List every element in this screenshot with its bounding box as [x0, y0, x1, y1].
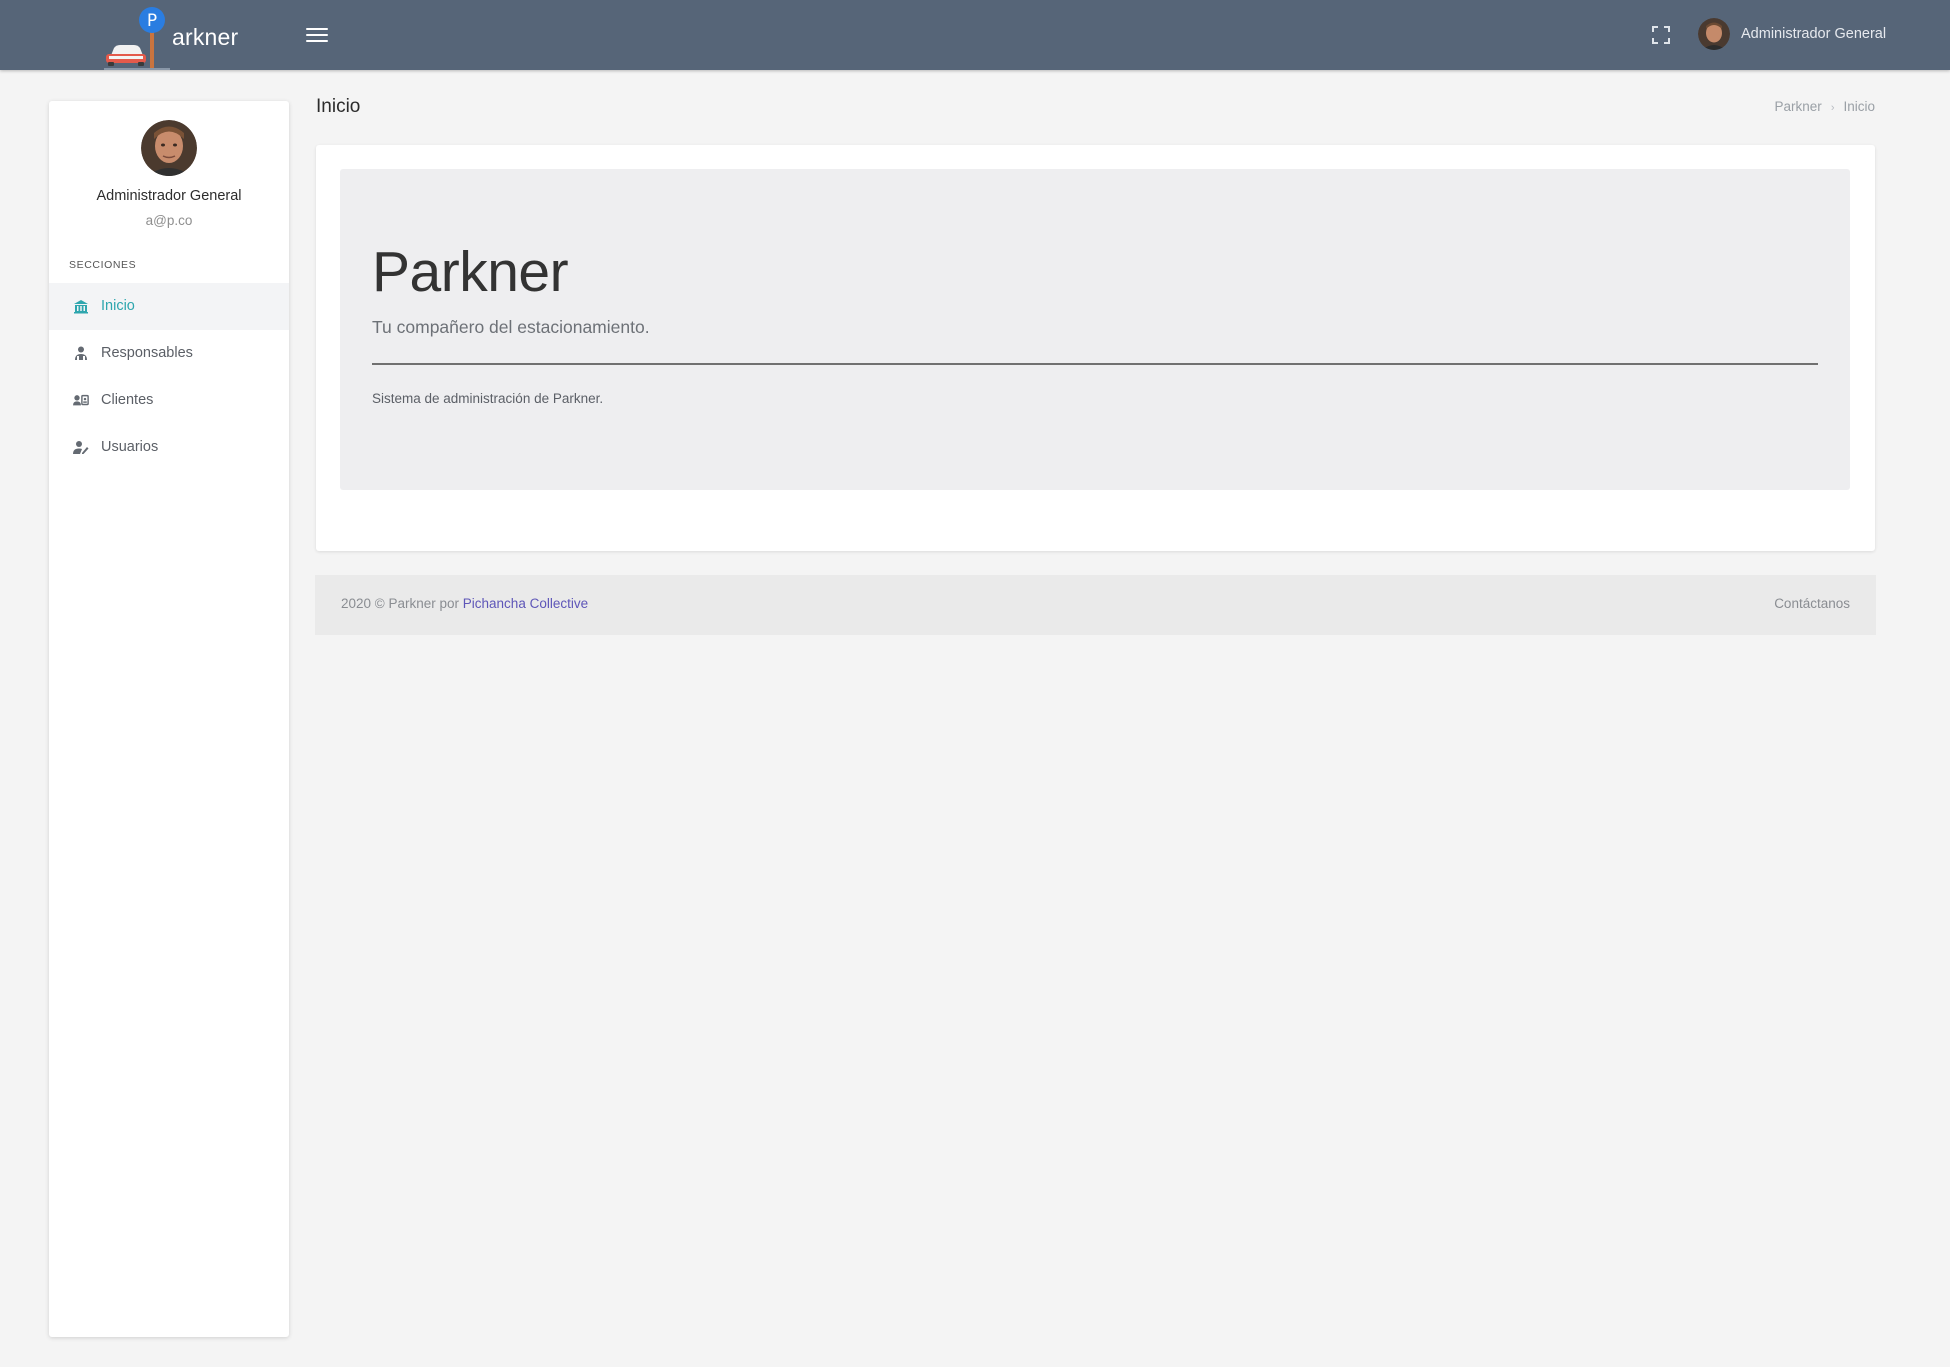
sidebar-nav: Inicio Responsables Clientes Usuarios	[49, 283, 289, 471]
brand[interactable]: P arkner	[104, 4, 264, 70]
chevron-right-icon: ›	[1830, 102, 1835, 114]
top-navbar: P arkner Administrador General	[0, 0, 1950, 70]
page-title: Inicio	[316, 96, 361, 117]
sidebar-item-responsables[interactable]: Responsables	[49, 330, 289, 377]
fullscreen-icon[interactable]	[1650, 24, 1672, 46]
profile-email: a@p.co	[145, 213, 193, 228]
hamburger-menu-icon[interactable]	[306, 24, 330, 46]
profile-avatar	[141, 120, 197, 176]
profile-name: Administrador General	[96, 188, 242, 204]
user-name: Administrador General	[1741, 26, 1887, 42]
sidebar-item-inicio[interactable]: Inicio	[49, 283, 289, 330]
content-card: Parkner Tu compañero del estacionamiento…	[316, 145, 1875, 551]
user-menu[interactable]: Administrador General	[1698, 18, 1938, 52]
author-link[interactable]: Pichancha Collective	[463, 596, 588, 611]
parking-logo-icon: P	[104, 7, 170, 70]
avatar	[1698, 18, 1730, 50]
divider	[372, 363, 1818, 365]
jumbotron-lead: Tu compañero del estacionamiento.	[372, 317, 650, 337]
sidebar-item-clientes[interactable]: Clientes	[49, 377, 289, 424]
jumbotron-title: Parkner	[372, 240, 569, 304]
sidebar: Administrador General a@p.co SECCIONES I…	[49, 101, 289, 1337]
footer: 2020 © Parkner por Pichancha Collective …	[315, 575, 1876, 635]
logo-letter: P	[147, 11, 157, 31]
footer-copyright: 2020 © Parkner por Pichancha Collective	[341, 596, 588, 611]
jumbotron: Parkner Tu compañero del estacionamiento…	[340, 169, 1850, 490]
user-edit-icon	[73, 441, 89, 454]
contact-link[interactable]: Contáctanos	[1774, 596, 1850, 611]
section-title: SECCIONES	[69, 259, 137, 271]
sidebar-item-label: Clientes	[101, 392, 154, 408]
sidebar-item-usuarios[interactable]: Usuarios	[49, 424, 289, 471]
people-icon	[75, 346, 87, 360]
sidebar-item-label: Inicio	[101, 298, 135, 314]
copyright-text: 2020 © Parkner por	[341, 596, 460, 611]
brand-name: arkner	[172, 24, 239, 50]
sidebar-item-label: Responsables	[101, 345, 193, 361]
jumbotron-text: Sistema de administración de Parkner.	[372, 391, 604, 406]
sidebar-item-label: Usuarios	[101, 439, 159, 455]
breadcrumb-item-current: Inicio	[1843, 99, 1875, 114]
contacts-icon	[73, 394, 89, 406]
bank-icon	[74, 300, 88, 314]
breadcrumb-item-parkner[interactable]: Parkner	[1775, 99, 1822, 114]
breadcrumb: Parkner › Inicio	[1700, 99, 1875, 114]
